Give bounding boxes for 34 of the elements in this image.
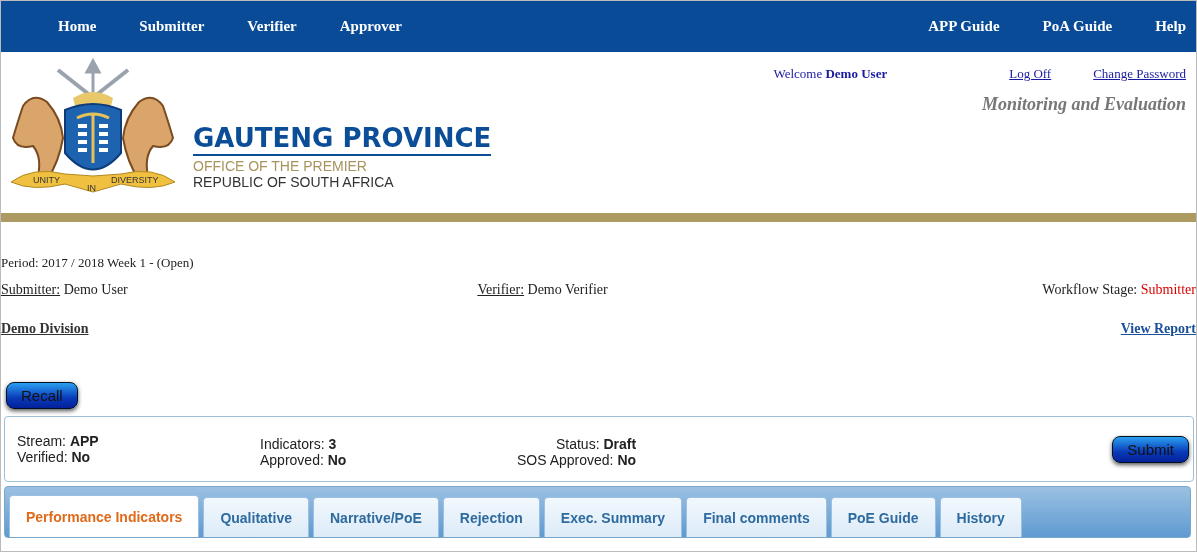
header-link[interactable]: Change Password	[1093, 66, 1186, 82]
nav-link[interactable]: Home	[58, 18, 97, 35]
tab[interactable]: Qualitative	[203, 497, 309, 537]
summary-field: Verified: No	[17, 449, 260, 465]
period-text: Period: 2017 / 2018 Week 1 - (Open)	[1, 255, 195, 271]
tab[interactable]: Narrative/PoE	[313, 497, 439, 537]
office-subtitle: OFFICE OF THE PREMIER	[193, 158, 368, 174]
tagline: Monitoring and Evaluation	[981, 94, 1186, 115]
tab[interactable]: History	[939, 497, 1022, 537]
summary-field: Indicators: 3	[260, 436, 517, 452]
person-field: Submitter: Demo User	[1, 282, 128, 298]
division-name: Demo Division	[1, 321, 89, 337]
summary-field: Approved: No	[260, 452, 517, 468]
tab[interactable]: Exec. Summary	[543, 497, 683, 537]
nav-link[interactable]: Approver	[339, 18, 402, 35]
view-report-link[interactable]: View Report	[1120, 321, 1196, 337]
nav-link[interactable]: PoA Guide	[1042, 18, 1113, 35]
summary-field: Stream: APP	[17, 433, 260, 449]
nav-link[interactable]: APP Guide	[928, 18, 1000, 35]
province-title: GAUTENG PROVINCE	[193, 124, 492, 156]
country-name: REPUBLIC OF SOUTH AFRICA	[193, 174, 395, 190]
welcome-text: Welcome Demo User	[773, 66, 888, 82]
tab[interactable]: Final comments	[686, 497, 827, 537]
nav-link[interactable]: Submitter	[139, 18, 205, 35]
header-link[interactable]: Log Off	[1009, 66, 1052, 82]
nav-link[interactable]: Help	[1155, 18, 1186, 35]
nav-link[interactable]: Verifier	[247, 18, 297, 35]
tab[interactable]: PoE Guide	[830, 497, 936, 537]
tab[interactable]: Rejection	[442, 497, 540, 537]
summary-field: Status: Draft	[555, 436, 637, 452]
coat-of-arms-drawing: UNITY IN DIVERSITY	[3, 58, 183, 193]
person-field: Verifier: Demo Verifier	[477, 282, 608, 298]
summary-field: SOS Approved: No	[517, 452, 637, 468]
workflow-stage: Workflow Stage: Submitter	[1042, 282, 1196, 298]
